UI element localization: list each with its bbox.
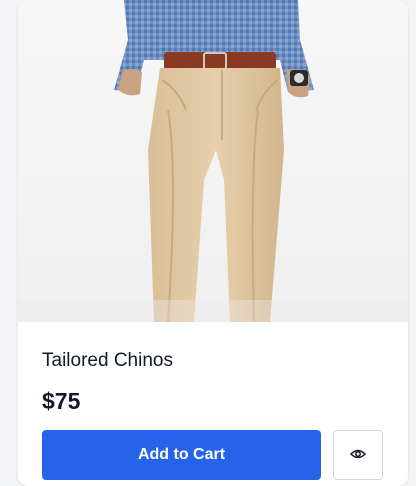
product-card: Tailored Chinos $75 Add to Cart — [18, 0, 408, 486]
product-image[interactable] — [18, 0, 408, 322]
add-to-cart-button[interactable]: Add to Cart — [42, 430, 321, 480]
quick-view-button[interactable] — [333, 430, 383, 480]
product-title: Tailored Chinos — [42, 350, 173, 371]
eye-icon — [349, 448, 367, 463]
product-price: $75 — [42, 388, 81, 414]
